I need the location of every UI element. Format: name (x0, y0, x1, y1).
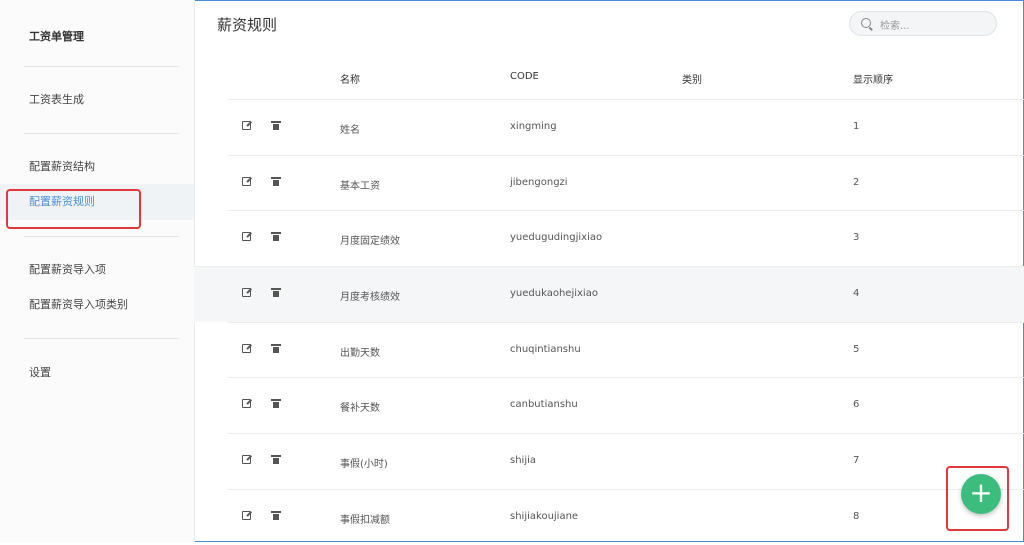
cell-code: shijiakoujiane (510, 511, 579, 522)
sidebar-divider (24, 66, 179, 67)
column-header-name: 名称 (340, 75, 360, 86)
cell-order: 8 (853, 511, 860, 522)
sidebar-item-import-categories[interactable]: 配置薪资导入项类别 (29, 298, 128, 312)
cell-code: shijia (510, 455, 537, 466)
cell-order: 6 (853, 399, 860, 410)
delete-icon[interactable] (271, 288, 281, 297)
cell-name: 事假(小时) (340, 459, 388, 470)
table-row[interactable]: 事假扣减额 shijiakoujiane 8 (228, 489, 1024, 545)
cell-order: 1 (853, 121, 860, 132)
edit-icon[interactable] (242, 455, 251, 464)
sidebar-divider (24, 133, 179, 134)
sidebar-divider (24, 236, 179, 237)
cell-name: 出勤天数 (340, 348, 380, 359)
table-row[interactable]: 事假(小时) shijia 7 (228, 433, 1024, 489)
cell-order: 7 (853, 455, 860, 466)
table-row[interactable]: 基本工资 jibengongzi 2 (228, 155, 1024, 211)
sidebar-item-import-items[interactable]: 配置薪资导入项 (29, 263, 106, 277)
sidebar: 工资单管理 工资表生成 配置薪资结构 配置薪资规则 配置薪资导入项 配置薪资导入… (0, 0, 195, 542)
edit-icon[interactable] (242, 399, 251, 408)
edit-icon[interactable] (242, 511, 251, 520)
cell-name: 基本工资 (340, 181, 380, 192)
edit-icon[interactable] (242, 121, 251, 130)
search-icon (861, 18, 871, 28)
search-placeholder: 检索... (880, 21, 910, 32)
sidebar-divider (24, 338, 179, 339)
table-row[interactable]: 出勤天数 chuqintianshu 5 (228, 322, 1024, 378)
column-header-category: 类别 (682, 75, 702, 86)
cell-name: 事假扣减额 (340, 515, 390, 526)
search-input[interactable]: 检索... (849, 11, 997, 36)
delete-icon[interactable] (271, 232, 281, 241)
sidebar-item-settings[interactable]: 设置 (29, 366, 51, 380)
table-row[interactable]: 姓名 xingming 1 (228, 99, 1024, 155)
cell-order: 4 (853, 288, 860, 299)
add-rule-button[interactable]: + (961, 474, 1001, 514)
delete-icon[interactable] (271, 121, 281, 130)
delete-icon[interactable] (271, 455, 281, 464)
delete-icon[interactable] (271, 344, 281, 353)
delete-icon[interactable] (271, 511, 281, 520)
cell-code: yuedukaohejixiao (510, 288, 598, 299)
cell-name: 月度固定绩效 (340, 236, 400, 247)
cell-order: 2 (853, 177, 860, 188)
cell-code: canbutianshu (510, 399, 578, 410)
cell-code: yuedugudingjixiao (510, 232, 603, 243)
edit-icon[interactable] (242, 344, 251, 353)
column-header-order: 显示顺序 (853, 75, 893, 86)
highlight-box (6, 189, 141, 229)
cell-name: 姓名 (340, 125, 360, 136)
delete-icon[interactable] (271, 177, 281, 186)
page-title: 薪资规则 (217, 16, 278, 34)
cell-code: jibengongzi (510, 177, 568, 188)
delete-icon[interactable] (271, 399, 281, 408)
edit-icon[interactable] (242, 232, 251, 241)
sidebar-item-payroll-management[interactable]: 工资单管理 (29, 30, 84, 44)
table-row[interactable]: 月度考核绩效 yuedukaohejixiao 4 (194, 266, 1024, 322)
sidebar-item-payroll-generation[interactable]: 工资表生成 (29, 93, 84, 107)
cell-order: 3 (853, 232, 860, 243)
cell-order: 5 (853, 344, 860, 355)
cell-name: 餐补天数 (340, 403, 380, 414)
cell-name: 月度考核绩效 (340, 292, 400, 303)
cell-code: xingming (510, 121, 557, 132)
column-header-code: CODE (510, 71, 539, 82)
sidebar-item-salary-structure[interactable]: 配置薪资结构 (29, 160, 95, 174)
table-row[interactable]: 餐补天数 canbutianshu 6 (228, 377, 1024, 433)
cell-code: chuqintianshu (510, 344, 581, 355)
edit-icon[interactable] (242, 177, 251, 186)
table-row[interactable]: 月度固定绩效 yuedugudingjixiao 3 (228, 210, 1024, 266)
edit-icon[interactable] (242, 288, 251, 297)
